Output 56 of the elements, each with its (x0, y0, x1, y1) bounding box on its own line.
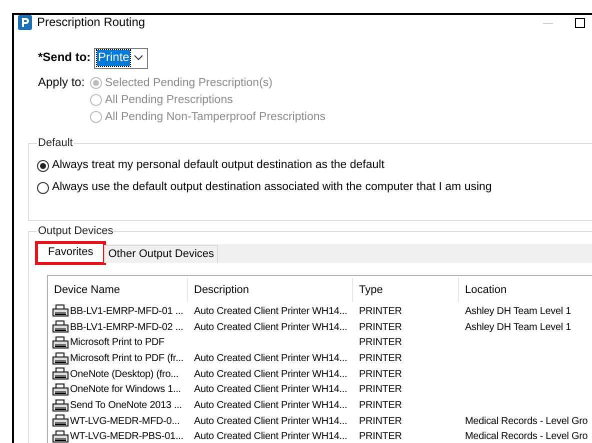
table-cell-text: Auto Created Client Printer WH14... (193, 304, 348, 318)
table-cell-text: Auto Created Client Printer WH14... (193, 414, 348, 428)
field-label: Apply to: (38, 74, 86, 91)
printer-icon (52, 352, 69, 366)
radio-button[interactable] (37, 160, 49, 172)
table-cell-text: Auto Created Client Printer WH14... (193, 399, 348, 412)
printer-icon (52, 398, 69, 413)
tab[interactable]: Other Output Devices (104, 244, 218, 263)
table-cell-text: Auto Created Client Printer WH14... (193, 430, 348, 443)
printer-icon (52, 336, 69, 350)
caret-icon (134, 55, 144, 62)
table-cell-text: PRINTER (358, 320, 403, 334)
option-label[interactable]: Always treat my personal default output destination as the default (52, 158, 384, 174)
table-cell[interactable]: Microsoft Print to PDF (fr... (70, 352, 184, 365)
table-cell[interactable]: OneNote for Windows 1... (70, 383, 181, 396)
table-cell-text: Ashley DH Team Level 1 (464, 304, 572, 318)
table-cell[interactable]: WT-LVG-MEDR-PBS-01... (70, 430, 184, 443)
table-cell-text: Auto Created Client Printer WH14... (193, 368, 348, 381)
table-cell-text: Auto Created Client Printer WH14... (193, 383, 348, 396)
table-cell-text: PRINTER (358, 430, 403, 443)
group-title: Output Devices (37, 224, 114, 238)
printer-icon (52, 320, 69, 334)
table-cell[interactable]: BB-LV1-EMRP-MFD-02 ... (70, 320, 184, 334)
table-cell-text: PRINTER (358, 304, 403, 318)
printer-icon (52, 367, 69, 382)
table-cell[interactable]: OneNote (Desktop) (fro... (70, 368, 179, 381)
printer-icon (52, 414, 69, 428)
send-to-dropdown[interactable]: Printe (94, 48, 148, 69)
table-cell-text: Ashley DH Team Level 1 (464, 320, 572, 334)
table-cell-text: Auto Created Client Printer WH14... (193, 320, 348, 334)
table-cell-text: Medical Records - Level Gro (464, 430, 588, 443)
table-cell-text: PRINTER (358, 399, 403, 412)
table-cell[interactable]: BB-LV1-EMRP-MFD-01 ... (70, 304, 184, 318)
radio-button[interactable] (37, 182, 49, 194)
table-cell-text: PRINTER (358, 414, 403, 428)
table-cell-text: PRINTER (358, 368, 403, 381)
table-cell[interactable]: WT-LVG-MEDR-MFD-0... (70, 414, 180, 428)
column-header[interactable]: Location (459, 278, 592, 302)
tab[interactable]: Favorites (37, 242, 104, 263)
table-cell-text: PRINTER (358, 336, 403, 350)
maximize-button[interactable] (575, 18, 585, 28)
table-cell[interactable]: Microsoft Print to PDF (70, 336, 164, 350)
column-header[interactable]: Device Name (48, 278, 188, 302)
table-cell[interactable]: Send To OneNote 2013 ... (70, 399, 182, 412)
column-header[interactable]: Type (353, 278, 459, 302)
table-cell-text: Auto Created Client Printer WH14... (193, 352, 348, 365)
option-label[interactable]: Always use the default output destination associated with the computer that I am using (52, 180, 492, 196)
table-cell-text: PRINTER (358, 352, 403, 365)
column-header[interactable]: Description (188, 278, 353, 302)
table-cell-text: Medical Records - Level Gro (464, 414, 588, 428)
window-title: Prescription Routing (37, 15, 146, 31)
field-label: *Send to: (38, 50, 92, 66)
printer-icon (52, 382, 69, 397)
minimize-button[interactable] (543, 23, 553, 24)
printer-icon (52, 304, 69, 318)
table-cell-text: PRINTER (358, 383, 403, 396)
